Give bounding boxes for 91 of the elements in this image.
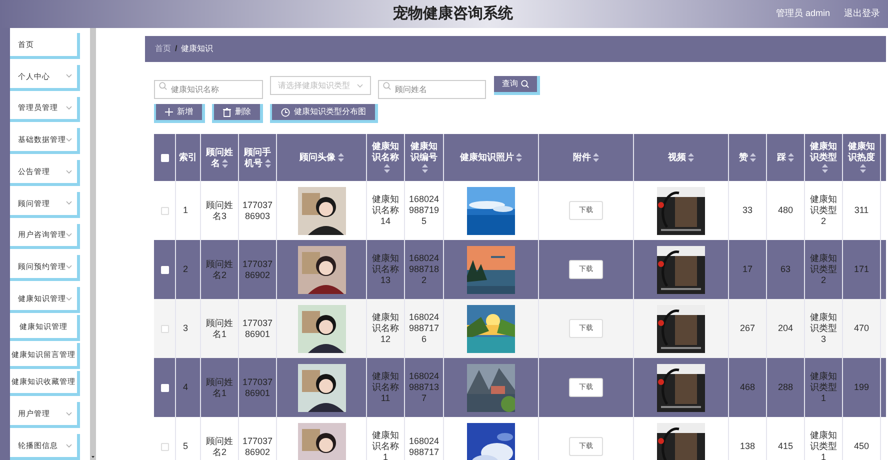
table-cell-text: 4 bbox=[182, 382, 190, 393]
chevron-down-icon bbox=[66, 412, 72, 416]
sort-icon[interactable] bbox=[688, 153, 694, 162]
search-icon bbox=[159, 82, 167, 90]
chevron-down-icon bbox=[66, 170, 72, 174]
table-cell-text: 健康知识类型2 bbox=[809, 194, 838, 227]
table-cell-text: 健康知识名称12 bbox=[371, 312, 400, 345]
table-cell: 17703786903 bbox=[242, 200, 273, 222]
table-cell-text: 3 bbox=[182, 323, 190, 334]
table-cell: 1680249887182 bbox=[408, 253, 440, 286]
breadcrumb-item: 健康知识 bbox=[181, 43, 214, 55]
breadcrumb-separator: / bbox=[175, 43, 178, 55]
chevron-down-icon bbox=[66, 74, 72, 78]
search-icon bbox=[521, 80, 529, 88]
table-cell-text: 顾问姓名2 bbox=[205, 436, 234, 458]
table-cell: 480 bbox=[778, 205, 794, 216]
logout-link[interactable]: 退出登录 bbox=[844, 7, 880, 21]
search-button[interactable]: 查询 bbox=[494, 76, 540, 95]
table-cell-text: 健康知识名称11 bbox=[371, 371, 400, 404]
chevron-down-icon bbox=[66, 201, 72, 206]
chevron-down-icon bbox=[66, 444, 72, 448]
search-field[interactable]: 健康知识名称 bbox=[154, 80, 263, 99]
scrollbar[interactable] bbox=[90, 28, 96, 460]
table-cell-text: 健康知识类型3 bbox=[809, 312, 838, 345]
table-cell: 415 bbox=[778, 441, 794, 452]
sort-icon[interactable] bbox=[338, 153, 344, 162]
sort-icon[interactable] bbox=[516, 153, 522, 162]
table-cell: 204 bbox=[778, 323, 794, 334]
table-cell-text: 顾问姓名2 bbox=[205, 258, 234, 280]
select-all-checkbox[interactable] bbox=[160, 154, 168, 162]
chevron-down-icon bbox=[66, 138, 72, 142]
table-cell: 138 bbox=[740, 441, 756, 452]
table-cell-text: 1 bbox=[182, 205, 190, 216]
chevron-down-icon bbox=[66, 296, 72, 301]
search-field[interactable]: 顾问姓名 bbox=[378, 80, 486, 99]
table-cell: 1680249887137 bbox=[408, 371, 440, 404]
chevron-down-icon bbox=[66, 233, 72, 238]
plus-icon bbox=[165, 108, 173, 116]
row-checkbox[interactable] bbox=[160, 442, 168, 450]
table-cell: 1680249887176 bbox=[408, 312, 440, 345]
table-cell: 17703786902 bbox=[242, 258, 273, 280]
add-button[interactable]: 新增 bbox=[154, 104, 205, 123]
table-cell-text: 健康知识名称14 bbox=[371, 194, 400, 227]
table-cell: 468 bbox=[740, 382, 756, 393]
table-cell-text: 健康知识名称1 bbox=[371, 430, 400, 460]
table-cell: 199 bbox=[854, 382, 870, 393]
table-cell-text: 健康知识名称13 bbox=[371, 253, 400, 286]
sort-icon[interactable] bbox=[422, 164, 428, 174]
table-cell: 288 bbox=[778, 382, 794, 393]
table-cell: 17703786901 bbox=[242, 376, 273, 398]
user-label: 管理员 admin bbox=[776, 7, 830, 20]
delete-button[interactable]: 删除 bbox=[212, 104, 263, 123]
scroll-down-icon[interactable] bbox=[90, 454, 96, 460]
table-cell: 311 bbox=[854, 205, 869, 216]
table-cell: 168024988717 bbox=[408, 436, 440, 458]
chevron-down-icon bbox=[357, 84, 363, 88]
table-cell: 1680249887195 bbox=[408, 194, 440, 227]
table-cell: 171 bbox=[854, 264, 870, 275]
search-icon bbox=[383, 82, 391, 90]
table-cell-text: 健康知识类型2 bbox=[809, 253, 838, 286]
table-cell-text: 顾问姓名3 bbox=[205, 200, 234, 222]
chevron-down-icon bbox=[66, 106, 72, 110]
sort-icon[interactable] bbox=[222, 158, 228, 168]
sort-icon[interactable] bbox=[593, 153, 599, 162]
row-checkbox[interactable] bbox=[160, 324, 168, 332]
table-cell: 17703786901 bbox=[242, 318, 273, 340]
table-cell: 63 bbox=[780, 264, 790, 275]
sort-icon[interactable] bbox=[822, 164, 828, 174]
table-cell-text: 顾问姓名1 bbox=[205, 376, 234, 398]
table-cell-text: 5 bbox=[182, 441, 190, 452]
trash-icon bbox=[223, 108, 231, 116]
sort-icon[interactable] bbox=[788, 153, 794, 162]
sort-icon[interactable] bbox=[750, 153, 756, 162]
row-checkbox[interactable] bbox=[160, 206, 168, 214]
chevron-down-icon bbox=[66, 264, 72, 269]
table-cell: 470 bbox=[854, 323, 870, 334]
table-cell-text: 2 bbox=[182, 264, 190, 275]
chart-button[interactable]: 健康知识类型分布图 bbox=[270, 104, 378, 123]
app-title: 宠物健康咨询系统 bbox=[392, 4, 513, 24]
table-cell-text: 顾问姓名1 bbox=[205, 318, 234, 340]
table-cell-text: 健康知识类型1 bbox=[809, 430, 838, 460]
sort-icon[interactable] bbox=[264, 158, 270, 168]
sort-icon[interactable] bbox=[860, 164, 866, 174]
table-cell: 450 bbox=[854, 441, 870, 452]
clock-icon bbox=[281, 108, 290, 116]
table-cell-text: 健康知识类型1 bbox=[809, 371, 838, 404]
sort-icon[interactable] bbox=[384, 164, 390, 174]
table-cell: 17 bbox=[742, 264, 752, 275]
table-cell: 267 bbox=[740, 323, 756, 334]
table-cell: 17703786902 bbox=[242, 436, 273, 458]
table-cell: 33 bbox=[742, 205, 752, 216]
